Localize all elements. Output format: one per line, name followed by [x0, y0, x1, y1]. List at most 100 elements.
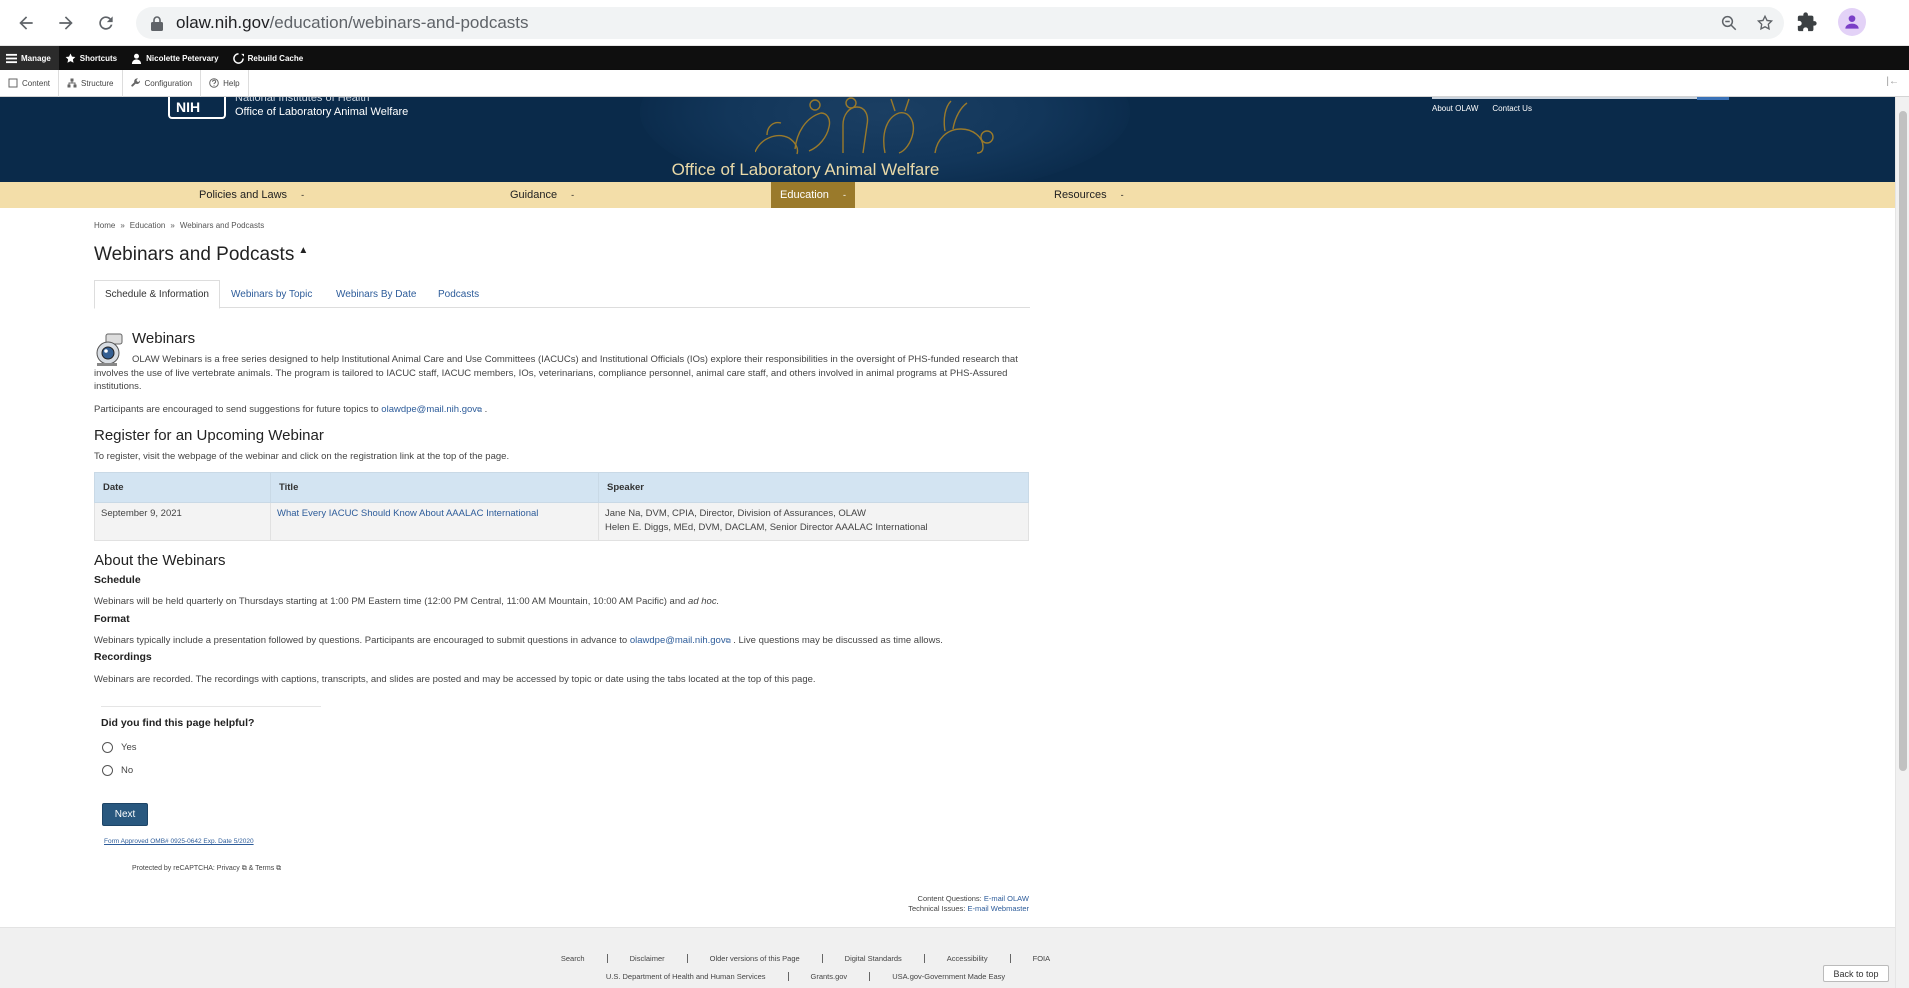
- footer-older-versions-link[interactable]: Older versions of this Page: [688, 954, 823, 963]
- footer-links-row1: Search Disclaimer Older versions of this…: [0, 954, 1611, 963]
- warning-icon[interactable]: ▲: [298, 245, 308, 256]
- format-heading: Format: [94, 613, 130, 625]
- breadcrumb: Home» Education» Webinars and Podcasts: [94, 221, 265, 230]
- star-icon: [65, 52, 76, 63]
- extensions-puzzle-icon[interactable]: [1796, 11, 1818, 33]
- profile-avatar[interactable]: [1838, 8, 1866, 36]
- nav-guidance[interactable]: Guidance -: [501, 182, 583, 208]
- back-button[interactable]: [6, 3, 46, 43]
- contact-questions: Content Questions: E-mail OLAW Technical…: [908, 894, 1029, 913]
- nav-education[interactable]: Education -: [771, 182, 855, 208]
- scrollbar-thumb[interactable]: [1899, 111, 1907, 771]
- admin-rebuild-cache[interactable]: Rebuild Cache: [227, 46, 312, 70]
- admin-configuration[interactable]: Configuration: [123, 69, 202, 97]
- webinar-title-link[interactable]: What Every IACUC Should Know About AAALA…: [277, 508, 538, 519]
- nav-caret: -: [842, 190, 846, 200]
- browser-toolbar: olaw.nih.gov/education/webinars-and-podc…: [0, 0, 1909, 46]
- admin-toolbar: Manage Shortcuts Nicolette Petervary Reb…: [0, 46, 1909, 70]
- nav-policies-and-laws[interactable]: Policies and Laws -: [190, 182, 313, 208]
- forward-button[interactable]: [46, 3, 86, 43]
- cell-speaker: Jane Na, DVM, CPIA, Director, Division o…: [598, 502, 1029, 541]
- feedback-question: Did you find this page helpful?: [101, 717, 255, 729]
- breadcrumb-home[interactable]: Home: [94, 221, 115, 230]
- radio-button[interactable]: [102, 765, 113, 776]
- search-button[interactable]: [1697, 97, 1729, 100]
- lock-icon: [151, 16, 163, 31]
- footer-hhs-link[interactable]: U.S. Department of Health and Human Serv…: [584, 972, 789, 981]
- email-link[interactable]: olawdpe@mail.nih.gov: [381, 404, 477, 415]
- nav-caret: -: [1120, 190, 1124, 200]
- footer-disclaimer-link[interactable]: Disclaimer: [608, 954, 688, 963]
- email-olaw-link[interactable]: E-mail OLAW: [984, 894, 1029, 903]
- schedule-text: Webinars will be held quarterly on Thurs…: [94, 596, 720, 607]
- table-row: September 9, 2021 What Every IACUC Shoul…: [94, 502, 1029, 541]
- next-button[interactable]: Next: [102, 803, 148, 826]
- about-heading: About the Webinars: [94, 552, 226, 569]
- footer-search-link[interactable]: Search: [539, 954, 608, 963]
- col-title: Title: [270, 472, 599, 503]
- external-link-icon: ⧉: [239, 865, 247, 872]
- breadcrumb-education[interactable]: Education: [130, 221, 166, 230]
- webinars-intro: OLAW Webinars is a free series designed …: [94, 354, 1018, 392]
- form-approved-link[interactable]: Form Approved OMB# 0925-0642 Exp. Date 5…: [104, 838, 254, 845]
- person-icon: [1845, 15, 1859, 29]
- admin-structure[interactable]: Structure: [59, 69, 123, 97]
- tab-webinars-by-date[interactable]: Webinars By Date: [326, 280, 426, 309]
- format-text: Webinars typically include a presentatio…: [94, 635, 943, 646]
- cell-title: What Every IACUC Should Know About AAALA…: [270, 502, 599, 541]
- nav-caret: -: [571, 190, 575, 200]
- site-header: NIH National Institutes of Health Office…: [0, 97, 1895, 182]
- register-heading: Register for an Upcoming Webinar: [94, 427, 324, 444]
- bookmark-star-icon[interactable]: [1756, 14, 1774, 32]
- nih-logo[interactable]: NIH: [168, 97, 226, 119]
- page-title: Webinars and Podcasts ▲: [94, 244, 309, 265]
- tab-webinars-by-topic[interactable]: Webinars by Topic: [221, 280, 322, 309]
- footer-foia-link[interactable]: FOIA: [1011, 954, 1073, 963]
- tab-schedule-information[interactable]: Schedule & Information: [94, 280, 220, 309]
- structure-icon: [67, 78, 77, 88]
- recycle-icon: [232, 52, 244, 64]
- admin-content[interactable]: Content: [0, 69, 60, 97]
- col-date: Date: [94, 472, 271, 503]
- back-to-top-button[interactable]: Back to top: [1823, 965, 1889, 982]
- page-scrollbar[interactable]: [1895, 97, 1909, 988]
- reload-button[interactable]: [86, 3, 126, 43]
- webinars-heading: Webinars: [132, 330, 196, 347]
- admin-shortcuts[interactable]: Shortcuts: [59, 46, 125, 70]
- radio-no[interactable]: No: [102, 765, 133, 776]
- help-icon: [209, 78, 219, 88]
- org-name: National Institutes of Health Office of …: [235, 97, 409, 118]
- zoom-icon[interactable]: [1720, 14, 1738, 32]
- footer-accessibility-link[interactable]: Accessibility: [925, 954, 1011, 963]
- site-title: Office of Laboratory Animal Welfare: [671, 160, 940, 179]
- table-header-row: Date Title Speaker: [94, 472, 1029, 503]
- reload-icon: [99, 15, 113, 30]
- email-webmaster-link[interactable]: E-mail Webmaster: [967, 904, 1029, 913]
- admin-help[interactable]: Help: [201, 69, 249, 97]
- footer-digital-standards-link[interactable]: Digital Standards: [823, 954, 925, 963]
- toolbar-orientation-toggle[interactable]: |←: [1886, 76, 1899, 87]
- radio-yes[interactable]: Yes: [102, 742, 137, 753]
- admin-user[interactable]: Nicolette Petervary: [125, 46, 226, 70]
- participants-text: Participants are encouraged to send sugg…: [94, 404, 488, 415]
- footer-links-row2: U.S. Department of Health and Human Serv…: [0, 972, 1611, 981]
- footer-usagov-link[interactable]: USA.gov-Government Made Easy: [870, 972, 1027, 981]
- about-olaw-link[interactable]: About OLAW: [1432, 104, 1478, 113]
- search-field[interactable]: [1432, 97, 1728, 99]
- nav-caret: -: [301, 190, 305, 200]
- header-links: About OLAW Contact Us: [1432, 104, 1532, 113]
- url-text: olaw.nih.gov/education/webinars-and-podc…: [176, 13, 529, 32]
- register-text: To register, visit the webpage of the we…: [94, 451, 510, 462]
- admin-manage[interactable]: Manage: [0, 46, 59, 70]
- divider: [101, 706, 321, 707]
- contact-us-link[interactable]: Contact Us: [1492, 104, 1532, 113]
- footer-grants-link[interactable]: Grants.gov: [789, 972, 871, 981]
- recaptcha-notice: Protected by reCAPTCHA: Privacy ⧉ & Term…: [132, 865, 282, 872]
- format-email-link[interactable]: olawdpe@mail.nih.gov: [630, 635, 726, 646]
- radio-button[interactable]: [102, 742, 113, 753]
- nav-resources[interactable]: Resources -: [1045, 182, 1133, 208]
- arrow-left-icon: [19, 15, 33, 30]
- address-bar[interactable]: olaw.nih.gov/education/webinars-and-podc…: [136, 7, 1784, 39]
- site-footer: Search Disclaimer Older versions of this…: [0, 927, 1895, 988]
- tab-podcasts[interactable]: Podcasts: [428, 280, 489, 309]
